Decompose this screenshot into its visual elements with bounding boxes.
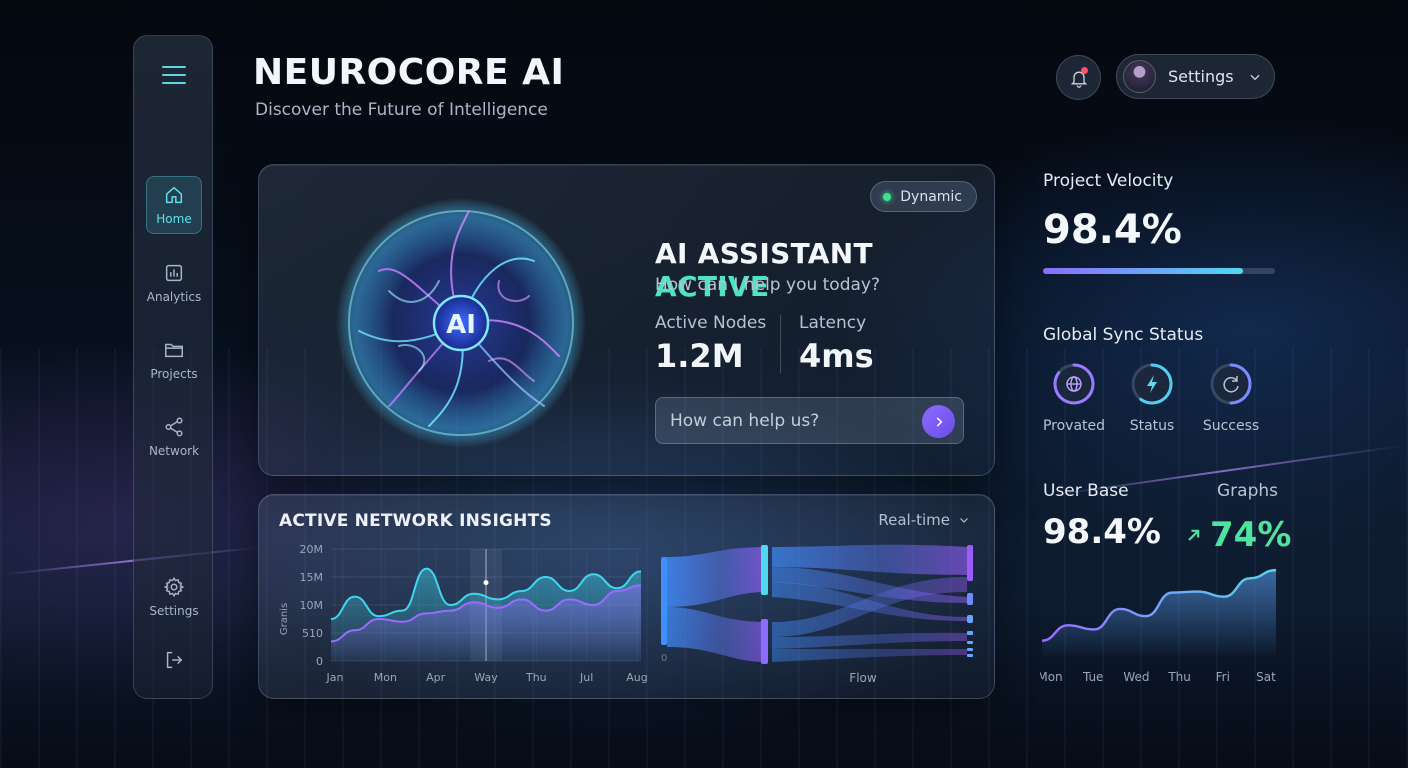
network-insights-card: ACTIVE NETWORK INSIGHTS Real-time 20M 15M… [258, 494, 995, 699]
ai-assistant-card: Dynamic AI AI ASSISTANT ACTIVE How can I… [258, 164, 995, 476]
project-velocity-label: Project Velocity [1043, 171, 1174, 191]
stat-label-latency: Latency [799, 313, 867, 333]
x-tick-label: Thu [1167, 670, 1191, 684]
light-streak [0, 546, 260, 576]
sync-item-label: Provated [1042, 418, 1106, 434]
user-base-label: User Base [1043, 481, 1129, 501]
time-range-label: Real-time [878, 511, 950, 529]
y-tick-label: 0 [316, 655, 323, 668]
sync-ring [1053, 363, 1095, 405]
trend-value: 74% [1210, 515, 1292, 555]
x-tick-label: Jul [579, 671, 593, 684]
x-tick-label: Sat [1256, 670, 1276, 684]
ai-orb-graphic: AI [336, 198, 586, 448]
sidebar-item-home[interactable]: Home [146, 176, 202, 234]
trend-indicator: 74% [1184, 515, 1291, 555]
network-line-chart: 20M 15M 10M 510 0 Jan Mon Apr Way Thu Jul Aug Gran… [279, 543, 648, 684]
page-subtitle: Discover the Future of Intelligence [255, 100, 548, 120]
x-tick-label: Way [474, 671, 498, 684]
hover-point [483, 580, 489, 586]
status-dot [883, 192, 892, 201]
send-button[interactable] [922, 405, 955, 438]
stat-divider [780, 315, 781, 373]
sidebar-item-settings[interactable]: Settings [146, 568, 202, 626]
y-tick-label: 15M [300, 571, 324, 584]
x-tick-label: Mon [374, 671, 397, 684]
chevron-down-icon [960, 518, 968, 523]
stat-value-latency: 4ms [799, 337, 874, 375]
arrow-up-right-icon [1188, 529, 1200, 541]
avatar [1123, 60, 1156, 93]
sync-ring [1131, 363, 1173, 405]
sync-item-label: Success [1202, 418, 1260, 434]
sidebar-item-label: Projects [150, 367, 198, 381]
project-velocity-value: 98.4% [1043, 207, 1182, 253]
y-tick-label: 510 [302, 627, 323, 640]
bar-chart-icon [165, 264, 183, 282]
share-nodes-icon [165, 417, 183, 437]
stat-label-active-nodes: Active Nodes [655, 313, 767, 333]
page-title: NEUROCORE AI [253, 52, 565, 93]
x-tick-label: Wed [1123, 670, 1149, 684]
sidebar-item-projects[interactable]: Projects [146, 331, 202, 389]
sidebar-item-label: Network [148, 444, 200, 458]
flow-sankey-chart: 0 Flow [661, 544, 973, 685]
x-tick-label: Thu [525, 671, 547, 684]
logout-icon [166, 651, 183, 669]
y-tick-label: 20M [300, 543, 324, 556]
sync-item-status[interactable]: Status [1117, 362, 1187, 434]
settings-dropdown-label: Settings [1168, 67, 1234, 86]
sync-ring [1210, 363, 1252, 405]
settings-dropdown[interactable]: Settings [1116, 54, 1275, 99]
velocity-progress-fill [1043, 268, 1243, 274]
global-sync-label: Global Sync Status [1043, 325, 1204, 345]
gear-icon [163, 576, 185, 598]
sync-item-success[interactable]: Success [1196, 362, 1266, 434]
notification-dot [1081, 67, 1088, 74]
notifications-button[interactable] [1056, 55, 1101, 100]
hamburger-menu-icon[interactable] [162, 66, 186, 86]
sidebar-item-network[interactable]: Network [146, 408, 202, 466]
chevron-down-icon [1250, 74, 1260, 80]
x-tick-label: Jan [326, 671, 344, 684]
sidebar: Home Analytics Projects Network Settings [133, 35, 213, 699]
chevron-right-icon [936, 416, 942, 427]
user-base-area-chart: Mon Tue Wed Thu Fri Sat [1040, 568, 1276, 684]
stat-value-active-nodes: 1.2M [655, 337, 744, 375]
status-badge: Dynamic [870, 181, 977, 212]
folder-icon [165, 343, 183, 358]
graphs-label[interactable]: Graphs [1217, 481, 1278, 501]
x-tick-label: Fri [1216, 670, 1230, 684]
logout-button[interactable] [146, 634, 202, 692]
x-tick-label: Tue [1082, 670, 1104, 684]
home-icon [165, 186, 183, 204]
sync-item-label: Status [1129, 418, 1175, 434]
sidebar-item-label: Settings [149, 604, 199, 618]
sync-item-provated[interactable]: Provated [1039, 362, 1109, 434]
y-tick-label: 10M [300, 599, 324, 612]
sidebar-item-label: Home [156, 212, 192, 226]
time-range-dropdown[interactable]: Real-time [878, 511, 970, 529]
sidebar-item-analytics[interactable]: Analytics [146, 254, 202, 312]
status-badge-label: Dynamic [900, 188, 962, 205]
velocity-progress-bar [1043, 268, 1275, 274]
sankey-side-label: 0 [661, 653, 667, 664]
insights-title: ACTIVE NETWORK INSIGHTS [279, 511, 552, 531]
sankey-label: Flow [849, 671, 877, 685]
sidebar-item-label: Analytics [146, 290, 202, 304]
ai-heading-main: AI ASSISTANT [655, 237, 873, 270]
x-tick-label: Mon [1040, 670, 1063, 684]
x-tick-label: Apr [426, 671, 446, 684]
ai-chat-input[interactable] [655, 397, 964, 444]
orb-label: AI [446, 310, 476, 340]
y-axis-label: Granis [279, 603, 290, 635]
user-base-value: 98.4% [1043, 512, 1161, 552]
x-tick-label: Aug [626, 671, 647, 684]
ai-prompt-text: How can I help you today? [655, 275, 881, 295]
